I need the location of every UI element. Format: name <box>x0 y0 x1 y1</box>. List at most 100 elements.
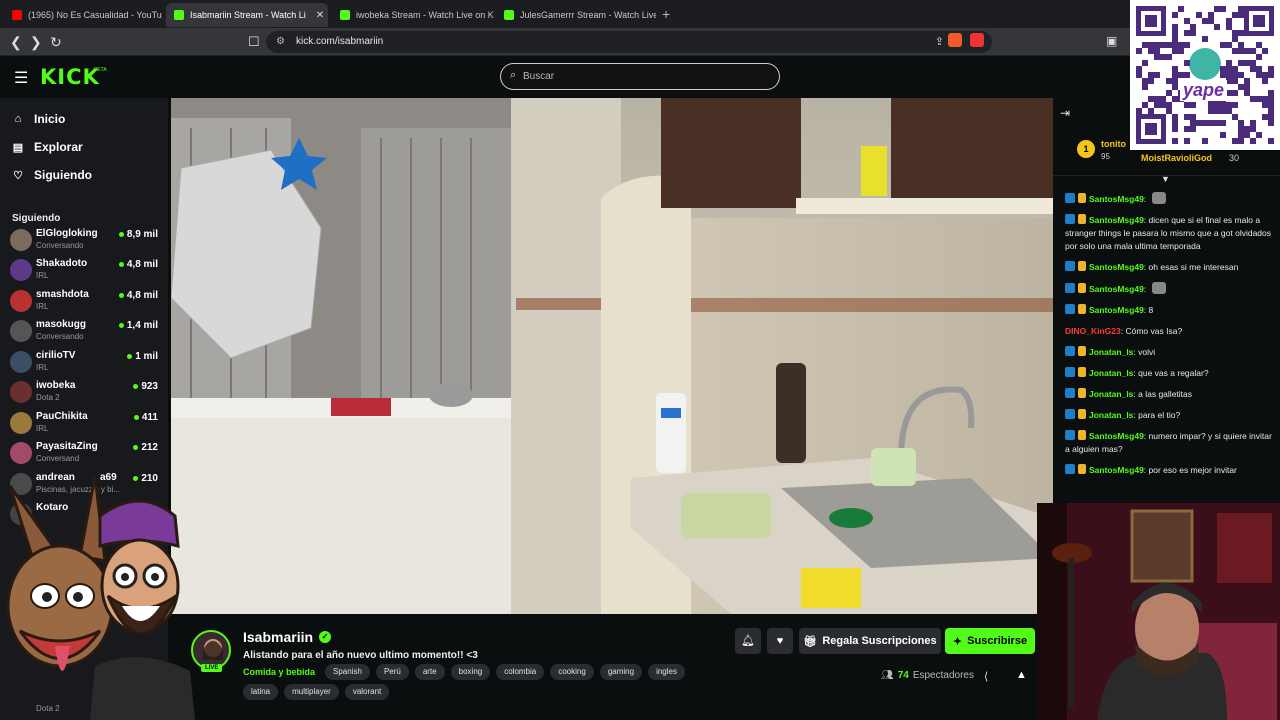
qr-module <box>1160 42 1166 48</box>
channel-viewers: 1,4 mil <box>118 320 158 331</box>
followed-channel-3[interactable]: masokugg Conversando 1,4 mil <box>10 317 160 347</box>
video-player[interactable] <box>171 98 1053 614</box>
chat-username[interactable]: Jonatan_ls <box>1089 347 1133 357</box>
channel-avatar <box>10 351 32 373</box>
second-gifter-name[interactable]: MoistRavioliGod <box>1141 153 1212 163</box>
chat-message: Jonatan_ls: para el tio? <box>1065 409 1273 422</box>
report-icon[interactable]: ▲ <box>1016 669 1027 681</box>
sidebar-toggle-icon[interactable]: ▣ <box>1106 34 1117 48</box>
tag-chip[interactable]: valorant <box>344 684 390 700</box>
forward-icon[interactable]: ❯ <box>30 34 42 51</box>
gift-subs-button[interactable]: 🎁︎ Regala Suscripciones <box>799 628 941 654</box>
close-tab-icon[interactable]: ✕ <box>316 10 324 21</box>
live-badge: LIVE <box>201 664 223 672</box>
chat-username[interactable]: SantosMsg49 <box>1089 431 1144 441</box>
url-field[interactable]: ⚙ kick.com/isabmariin ⇪ <box>266 31 992 53</box>
collapse-chat-icon[interactable]: ⇥ <box>1060 106 1070 120</box>
followed-channel-6[interactable]: PauChikita IRL 411 <box>10 409 160 439</box>
browser-tab[interactable]: (1965) No Es Casualidad - YouTu <box>4 3 162 27</box>
followed-channel-1[interactable]: Shakadoto IRL 4,8 mil <box>10 256 160 286</box>
brave-shield-icon[interactable] <box>948 33 962 47</box>
qr-module <box>1190 120 1196 126</box>
reload-icon[interactable]: ↻ <box>50 34 62 51</box>
qr-module <box>1238 6 1244 12</box>
qr-module <box>1154 102 1160 108</box>
search-input[interactable]: ⌕ Buscar <box>500 63 780 90</box>
notification-bell-button[interactable]: 🔔︎ <box>735 628 761 654</box>
tag-chip[interactable]: boxing <box>450 664 491 680</box>
gifter-badge-icon <box>1078 409 1086 419</box>
browser-tab-active[interactable]: Isabmariin Stream - Watch Li ✕ <box>166 3 328 27</box>
kick-logo[interactable]: KICK <box>40 65 100 89</box>
tag-chip[interactable]: cooking <box>550 664 594 680</box>
tag-chip[interactable]: arte <box>414 664 445 680</box>
sidebar-item-explorar[interactable]: ▤ Explorar <box>12 140 83 154</box>
qr-module <box>1232 114 1238 120</box>
browser-tab[interactable]: JulesGamerrr Stream - Watch Live on <box>496 3 656 27</box>
chat-username[interactable]: SantosMsg49 <box>1089 465 1144 475</box>
chat-username[interactable]: SantosMsg49 <box>1089 215 1144 225</box>
qr-module <box>1142 60 1148 66</box>
viewer-number: 74 <box>897 670 909 681</box>
expand-gifters-icon[interactable]: ▼ <box>1161 174 1170 184</box>
hamburger-menu-icon[interactable]: ☰ <box>14 68 28 88</box>
qr-module <box>1220 42 1226 48</box>
share-page-icon[interactable]: ⇪ <box>935 35 944 48</box>
sidebar-item-inicio[interactable]: ⌂ Inicio <box>12 112 66 126</box>
browser-tab[interactable]: iwobeka Stream - Watch Live on Kick <box>332 3 494 27</box>
qr-module <box>1154 72 1160 78</box>
bookmark-icon[interactable]: ☐ <box>248 34 260 50</box>
followed-channel-2[interactable]: smashdota IRL 4,8 mil <box>10 287 160 317</box>
chat-username[interactable]: DINO_KinG23 <box>1065 326 1121 336</box>
qr-module <box>1184 18 1190 24</box>
chat-username[interactable]: Jonatan_ls <box>1089 389 1133 399</box>
tag-chip[interactable]: latina <box>243 684 279 700</box>
new-tab-button[interactable]: + <box>662 6 670 22</box>
following-heading: Siguiendo <box>12 213 61 224</box>
streamer-name[interactable]: Isabmariin <box>243 629 313 645</box>
followed-channel-0[interactable]: ElGlogloking Conversando 8,9 mil <box>10 226 160 256</box>
back-icon[interactable]: ❮ <box>10 34 22 51</box>
stream-title: Alistando para el año nuevo ultimo momen… <box>243 650 478 661</box>
tag-chip[interactable]: multiplayer <box>284 684 339 700</box>
qr-module <box>1262 78 1268 84</box>
qr-module <box>1172 84 1178 90</box>
emote-icon <box>1151 192 1166 204</box>
stream-category-link[interactable]: Comida y bebida <box>243 664 315 680</box>
qr-module <box>1220 132 1226 138</box>
chat-username[interactable]: SantosMsg49 <box>1089 262 1144 272</box>
qr-module <box>1160 102 1166 108</box>
qr-module <box>1172 30 1178 36</box>
share-icon[interactable]: ⟨ <box>984 670 988 683</box>
tab-title: Isabmariin Stream - Watch Li <box>190 10 306 20</box>
site-info-icon[interactable]: ⚙ <box>276 36 285 47</box>
tag-chip[interactable]: colombia <box>496 664 545 680</box>
top-gifter-name[interactable]: tonito <box>1101 139 1126 149</box>
channel-viewers: 4,8 mil <box>118 290 158 301</box>
chat-username[interactable]: Jonatan_ls <box>1089 368 1133 378</box>
rank-badge: 1 <box>1077 140 1095 158</box>
sidebar-item-label: Inicio <box>34 112 66 126</box>
qr-module <box>1244 126 1250 132</box>
qr-module <box>1268 114 1274 120</box>
rewards-icon[interactable] <box>970 33 984 47</box>
qr-module <box>1232 48 1238 54</box>
tag-chip[interactable]: Perú <box>375 664 409 680</box>
qr-module <box>1250 96 1256 102</box>
chat-username[interactable]: SantosMsg49 <box>1089 284 1144 294</box>
sidebar-item-siguiendo[interactable]: ♡ Siguiendo <box>12 168 92 182</box>
chat-text: Cómo vas Isa? <box>1125 326 1183 336</box>
tag-chip[interactable]: Spanish <box>325 664 370 680</box>
chat-username[interactable]: Jonatan_ls <box>1089 410 1133 420</box>
tag-chip[interactable]: ingles <box>648 664 685 680</box>
qr-module <box>1232 30 1238 36</box>
followed-channel-4[interactable]: cirilioTV IRL 1 mil <box>10 348 160 378</box>
subscribe-button[interactable]: ✦ Suscribirse <box>945 628 1035 654</box>
chat-username[interactable]: SantosMsg49 <box>1089 305 1144 315</box>
followed-channel-5[interactable]: iwobeka Dota 2 923 <box>10 378 160 408</box>
qr-module <box>1148 78 1154 84</box>
chat-username[interactable]: SantosMsg49 <box>1089 194 1144 204</box>
follow-button[interactable]: ♥ <box>767 628 793 654</box>
subscriber-badge-icon <box>1065 283 1075 293</box>
tag-chip[interactable]: gaming <box>599 664 643 680</box>
